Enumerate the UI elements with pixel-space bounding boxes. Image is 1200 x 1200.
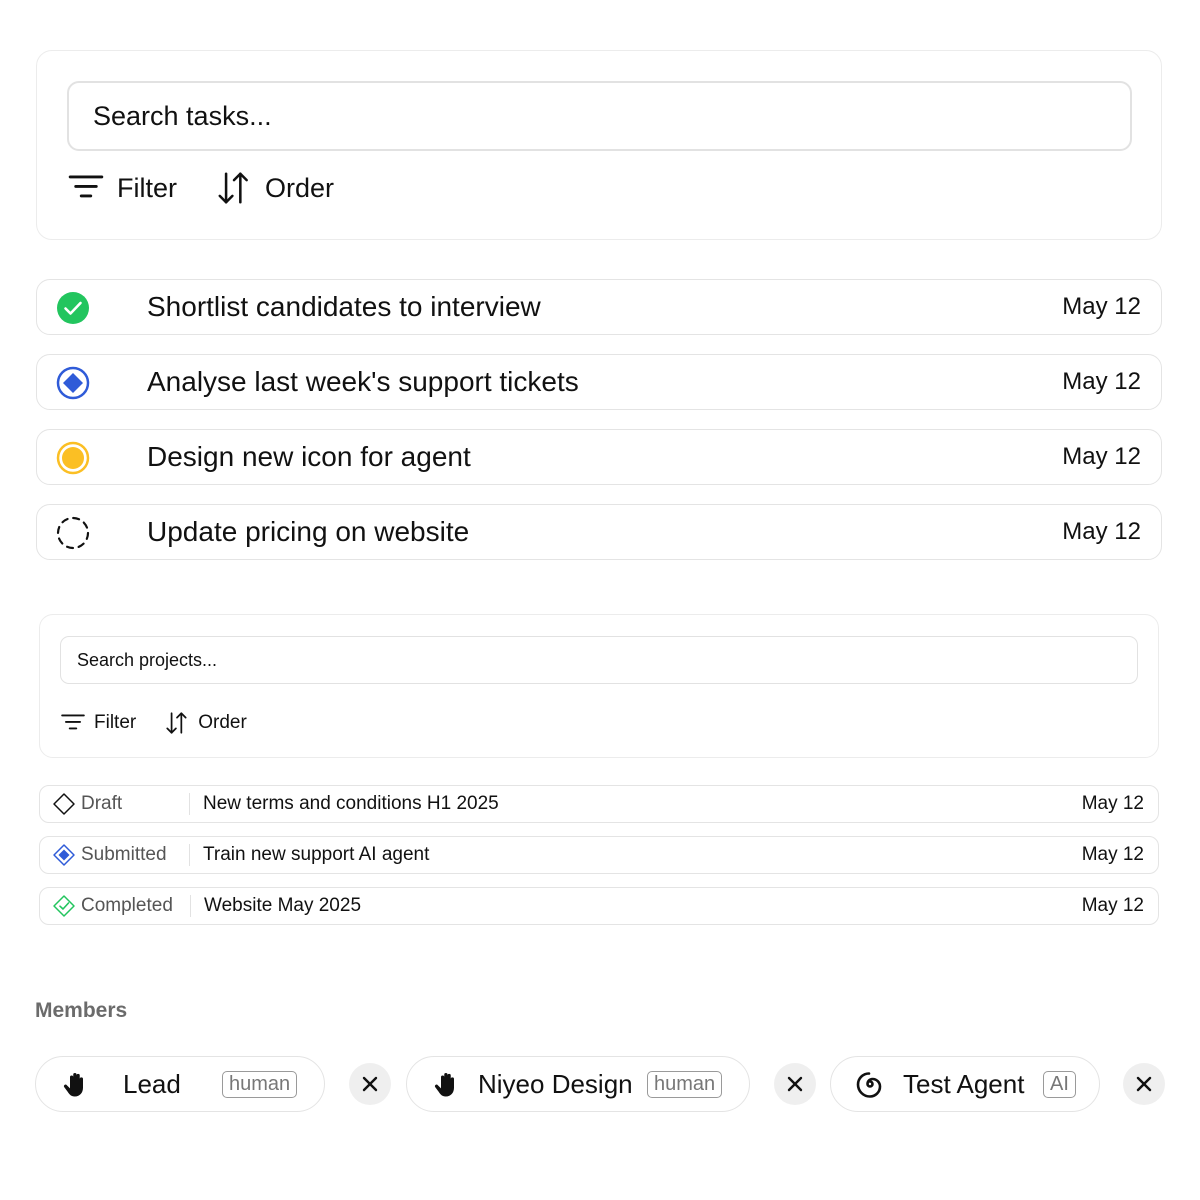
sort-arrows-icon (218, 172, 248, 204)
task-date: May 12 (1062, 518, 1141, 545)
member-type-badge: human (222, 1071, 298, 1098)
task-row[interactable]: Design new icon for agent May 12 (36, 429, 1162, 485)
check-circle-icon (57, 292, 89, 324)
half-circle-icon (56, 441, 90, 475)
task-row[interactable]: Analyse last week's support tickets May … (36, 354, 1162, 410)
dashed-circle-icon (56, 516, 90, 550)
member-type-badge: AI (1043, 1071, 1076, 1098)
task-date: May 12 (1062, 443, 1141, 470)
task-toolbar: Filter Order (67, 169, 334, 207)
project-date: May 12 (1081, 844, 1144, 865)
project-order-button[interactable]: Order (164, 710, 247, 736)
close-icon (1136, 1076, 1152, 1092)
hand-icon (434, 1073, 454, 1097)
member-name: Test Agent (903, 1068, 1025, 1099)
project-status: Submitted (52, 837, 167, 873)
project-order-label: Order (198, 712, 247, 733)
search-tasks-input[interactable] (67, 81, 1132, 151)
divider (189, 844, 190, 866)
task-order-label: Order (265, 172, 335, 203)
submitted-diamond-icon (53, 844, 75, 866)
member-chip-test-agent[interactable]: Test Agent AI (830, 1056, 1100, 1112)
task-search-panel: Filter Order (36, 50, 1162, 240)
spiral-icon (856, 1072, 882, 1098)
task-title: Design new icon for agent (147, 441, 471, 472)
task-date: May 12 (1062, 293, 1141, 320)
filter-icon (68, 175, 104, 198)
project-status-label: Submitted (81, 844, 167, 865)
member-name: Lead (123, 1068, 181, 1099)
close-icon (787, 1076, 803, 1092)
project-date: May 12 (1081, 793, 1144, 814)
hand-icon (63, 1073, 83, 1097)
remove-member-button[interactable] (1123, 1063, 1165, 1105)
task-order-button[interactable]: Order (215, 169, 334, 207)
divider (189, 793, 190, 815)
task-title: Shortlist candidates to interview (147, 291, 541, 322)
task-filter-label: Filter (117, 172, 177, 203)
close-icon (362, 1076, 378, 1092)
project-status: Draft (52, 786, 122, 822)
remove-member-button[interactable] (774, 1063, 816, 1105)
project-list: Draft New terms and conditions H1 2025 M… (39, 785, 1159, 938)
project-row[interactable]: Draft New terms and conditions H1 2025 M… (39, 785, 1159, 823)
sort-arrows-icon (166, 712, 187, 734)
task-title: Update pricing on website (147, 516, 470, 547)
task-row[interactable]: Shortlist candidates to interview May 12 (36, 279, 1162, 335)
search-projects-input[interactable] (60, 636, 1138, 684)
project-date: May 12 (1081, 895, 1144, 916)
remove-member-button[interactable] (349, 1063, 391, 1105)
member-chip-niyeo-design[interactable]: Niyeo Design human (406, 1056, 750, 1112)
project-name: Train new support AI agent (203, 844, 430, 865)
project-status: Completed (52, 888, 173, 924)
project-row[interactable]: Completed Website May 2025 May 12 (39, 887, 1159, 925)
task-title: Analyse last week's support tickets (147, 366, 579, 397)
project-toolbar: Filter Order (60, 710, 247, 736)
draft-diamond-icon (53, 793, 75, 815)
divider (190, 895, 191, 917)
member-type-badge: human (647, 1071, 723, 1098)
member-chip-lead[interactable]: Lead human (35, 1056, 325, 1112)
filter-icon (61, 714, 85, 730)
task-list: Shortlist candidates to interview May 12… (36, 279, 1162, 579)
project-name: Website May 2025 (204, 895, 362, 916)
project-status-label: Draft (81, 793, 123, 814)
completed-diamond-icon (53, 895, 75, 917)
task-filter-button[interactable]: Filter (67, 169, 177, 207)
diamond-circle-icon (56, 366, 90, 400)
project-filter-button[interactable]: Filter (60, 710, 136, 736)
project-name: New terms and conditions H1 2025 (203, 793, 499, 814)
members-heading: Members (35, 999, 128, 1022)
project-search-panel: Filter Order (39, 614, 1159, 758)
member-name: Niyeo Design (478, 1068, 633, 1099)
task-date: May 12 (1062, 368, 1141, 395)
project-status-label: Completed (81, 895, 173, 916)
task-row[interactable]: Update pricing on website May 12 (36, 504, 1162, 560)
project-filter-label: Filter (94, 712, 137, 733)
project-row[interactable]: Submitted Train new support AI agent May… (39, 836, 1159, 874)
